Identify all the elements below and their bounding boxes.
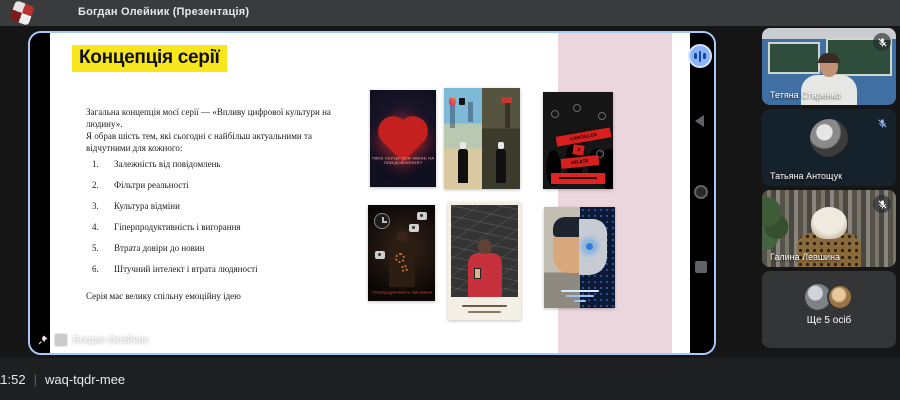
gear-icon bbox=[395, 253, 405, 263]
slide-title: Концепція серії bbox=[72, 45, 227, 72]
low-battery-icon bbox=[501, 97, 512, 103]
app-logo-icon bbox=[9, 0, 35, 26]
presenter-overlay: Богдан Олейник bbox=[37, 333, 148, 347]
reaction-ring-icon bbox=[598, 112, 606, 120]
presenter-name-label: Богдан Олейник bbox=[73, 335, 148, 346]
poster-news-distrust bbox=[448, 202, 521, 320]
burnout-figure bbox=[389, 241, 415, 287]
reaction-ring-icon bbox=[573, 104, 581, 112]
human-face-half bbox=[553, 221, 580, 273]
participant-name: Галина Левшина bbox=[770, 252, 840, 262]
slide-closing-text: Серія має велику спільну емоційну ідею bbox=[86, 291, 241, 301]
poster-cancel-culture: CANCELLED X DELETE bbox=[543, 92, 613, 189]
robot-eye bbox=[584, 241, 595, 252]
slide-paragraph-1: Загальна концепція моєї серії — «Впливу … bbox=[86, 107, 358, 130]
presenter-window-title: Богдан Олейник (Презентація) bbox=[78, 6, 249, 18]
topic-item: Втрата довіри до новин bbox=[92, 243, 352, 264]
mic-muted-icon bbox=[873, 33, 891, 51]
topic-item: Залежність від повідомлень bbox=[92, 159, 352, 180]
participant-tile[interactable]: Тетяна Старенко bbox=[762, 28, 896, 105]
topic-item: Штучний інтелект і втрата людяності bbox=[92, 264, 352, 285]
banner-text-line bbox=[559, 177, 597, 179]
caption-text-line bbox=[566, 295, 594, 298]
plant bbox=[762, 194, 790, 254]
poster-ai-humanity bbox=[544, 207, 615, 308]
meeting-code: waq-tqdr-mee bbox=[45, 372, 125, 387]
avatar-stack bbox=[805, 284, 853, 310]
chalkboard bbox=[768, 42, 820, 74]
audio-sharing-indicator-icon bbox=[688, 44, 712, 68]
participant-name: Татьяна Антощук bbox=[770, 171, 842, 181]
building-shape bbox=[450, 102, 455, 128]
instagram-icon bbox=[449, 98, 456, 105]
participant-tile[interactable]: Татьяна Антощук bbox=[762, 109, 896, 186]
phone-in-hand bbox=[474, 268, 481, 279]
window-title-bar: Богдан Олейник (Презентація) bbox=[0, 0, 900, 26]
presentation-chip-icon bbox=[54, 333, 68, 347]
skull-speech-bubble bbox=[417, 212, 427, 220]
participant-name: Тетяна Старенко bbox=[770, 90, 841, 100]
music-note-icon bbox=[459, 98, 465, 105]
masked-figure bbox=[458, 149, 468, 183]
more-participants-label: Ще 5 осіб bbox=[762, 315, 896, 326]
caption-text-line bbox=[574, 300, 586, 303]
android-recents-icon[interactable] bbox=[695, 261, 707, 273]
device-bezel-left bbox=[30, 33, 50, 353]
topic-item: Фільтри реальності bbox=[92, 180, 352, 201]
more-participants-tile[interactable]: Ще 5 осіб bbox=[762, 271, 896, 348]
gear-icon bbox=[401, 265, 408, 272]
avatar bbox=[827, 284, 853, 310]
android-back-icon[interactable] bbox=[695, 115, 704, 127]
skull-speech-bubble bbox=[409, 224, 419, 232]
clock-time: 11:52 bbox=[0, 372, 26, 387]
shared-screen-tile[interactable]: Концепція серії Загальна концепція моєї … bbox=[28, 31, 716, 355]
presentation-slide: Концепція серії Загальна концепція моєї … bbox=[50, 33, 690, 353]
mic-muted-icon bbox=[873, 195, 891, 213]
poster-heart-notifications: ТВОЄ СЕРЦЕ ТЕЖ ЧЕКАЄ НА ПОВІДОМЛЕННЯ? bbox=[370, 90, 436, 187]
poster-heart-caption: ТВОЄ СЕРЦЕ ТЕЖ ЧЕКАЄ НА ПОВІДОМЛЕННЯ? bbox=[370, 156, 436, 165]
label-text-line bbox=[468, 311, 501, 314]
divider: | bbox=[34, 372, 37, 387]
android-home-icon[interactable] bbox=[694, 185, 708, 199]
participant-tile[interactable]: Галина Левшина bbox=[762, 190, 896, 267]
poster-burnout: Гіперпродуктивність і вигорання bbox=[368, 205, 435, 301]
poster-reality-filters bbox=[444, 88, 520, 189]
reaction-ring-icon bbox=[551, 110, 559, 118]
avatar bbox=[810, 119, 848, 157]
clock-icon bbox=[374, 213, 390, 229]
chalkboard-photo bbox=[451, 205, 518, 297]
slide-intro-text: Загальна концепція моєї серії — «Впливу … bbox=[86, 107, 358, 154]
slide-topic-list: Залежність від повідомлень Фільтри реаль… bbox=[92, 159, 352, 285]
skull-speech-bubble bbox=[375, 251, 385, 259]
caption-text-line bbox=[561, 290, 599, 293]
pin-icon[interactable] bbox=[37, 334, 49, 346]
meet-app: Богдан Олейник (Презентація) Концепція с… bbox=[0, 0, 900, 400]
meet-control-bar: 11:52 | waq-tqdr-mee bbox=[0, 358, 900, 400]
mic-muted-icon bbox=[873, 114, 891, 132]
building-shape bbox=[468, 102, 473, 122]
x-stamp: X bbox=[572, 144, 585, 155]
android-nav-strip bbox=[690, 33, 714, 353]
topic-item: Культура відміни bbox=[92, 201, 352, 222]
label-text-line bbox=[462, 305, 507, 308]
slide-paragraph-2: Я обрав шість тем, які сьогодні є найбіл… bbox=[86, 131, 358, 154]
masked-figure bbox=[496, 149, 506, 183]
building-shape bbox=[505, 102, 510, 128]
poster-burnout-caption: Гіперпродуктивність і вигорання bbox=[368, 290, 435, 295]
meeting-info: 11:52 | waq-tqdr-mee bbox=[0, 372, 125, 387]
topic-item: Гіперпродуктивність і вигорання bbox=[92, 222, 352, 243]
poster-bottom-banner bbox=[551, 173, 605, 184]
